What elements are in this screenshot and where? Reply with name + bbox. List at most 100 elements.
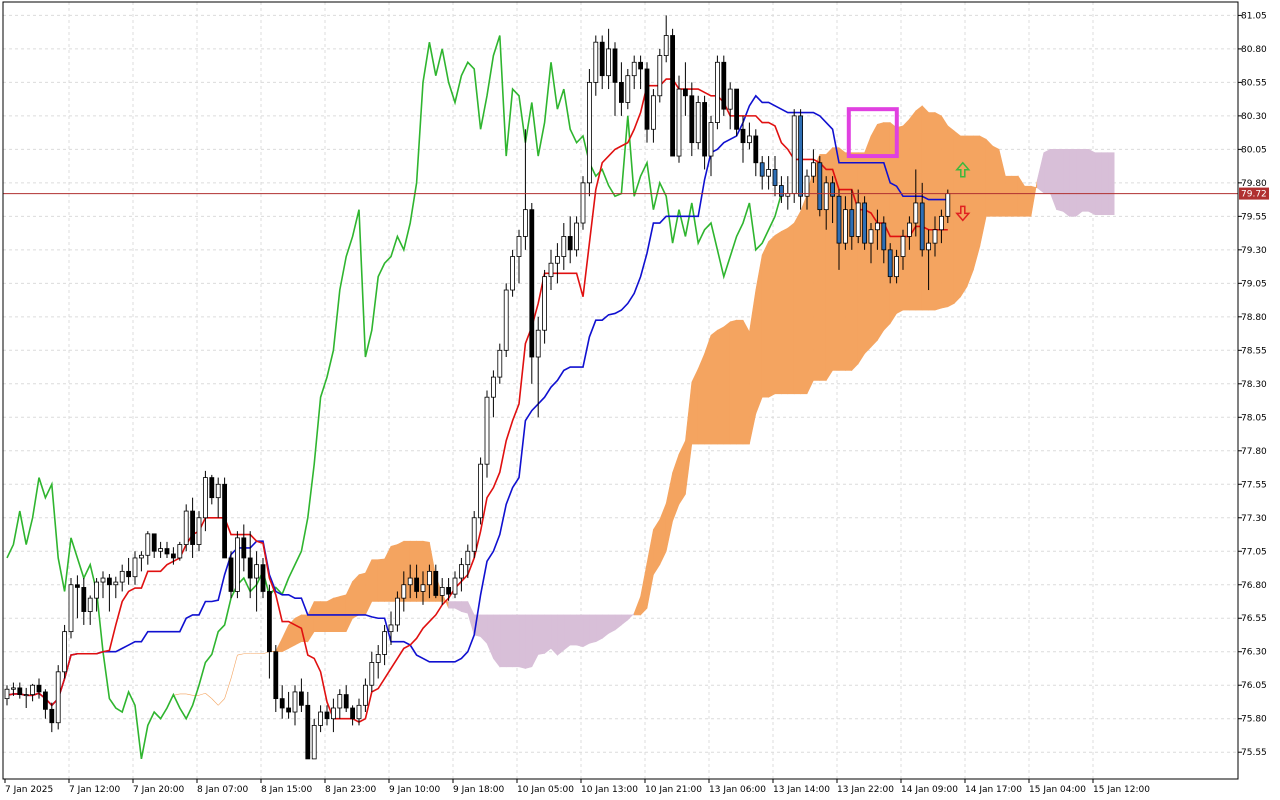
- kumo-segment: [390, 544, 398, 602]
- kumo-segment: [857, 152, 865, 365]
- kumo-segment: [461, 601, 469, 614]
- candle-body: [420, 584, 426, 592]
- y-tick-label: 79.55: [1241, 212, 1267, 222]
- kumo-segment: [640, 562, 648, 616]
- candle-body: [337, 694, 343, 709]
- kumo-segment: [621, 614, 629, 626]
- y-tick-label: 75.80: [1241, 715, 1267, 725]
- kumo-segment: [333, 596, 341, 632]
- candle-body: [394, 597, 400, 626]
- kumo-segment: [608, 614, 616, 634]
- kumo-segment: [307, 601, 315, 643]
- kumo-segment: [480, 614, 488, 645]
- candle-body: [62, 631, 67, 673]
- kumo-segment: [1088, 148, 1096, 216]
- x-tick-label: 15 Jan 04:00: [1029, 785, 1086, 795]
- y-tick-label: 77.80: [1241, 447, 1267, 457]
- candle-body: [375, 654, 381, 663]
- candle-body: [695, 102, 701, 144]
- candle-body: [497, 349, 503, 378]
- candle-body: [631, 61, 637, 77]
- candle-body: [900, 236, 906, 257]
- candle-body: [567, 236, 573, 251]
- candle-body: [913, 202, 919, 224]
- candle-body: [209, 477, 215, 499]
- candle-body: [190, 510, 196, 545]
- candle-body: [721, 61, 727, 110]
- x-tick-label: 8 Jan 23:00: [325, 785, 377, 795]
- candle-body: [36, 684, 42, 693]
- kumo-segment: [966, 135, 974, 287]
- kumo-segment: [973, 135, 981, 271]
- plot-frame: [2, 1, 1239, 780]
- candle-body: [548, 262, 554, 278]
- y-tick-label: 79.80: [1241, 179, 1267, 189]
- indicator-lines: [6, 35, 948, 760]
- candle-body: [446, 587, 452, 595]
- y-tick-label: 80.55: [1241, 78, 1267, 88]
- kumo-segment: [1037, 152, 1045, 194]
- kumo-segment: [320, 601, 328, 632]
- candle-body: [350, 707, 356, 720]
- candle-body: [254, 564, 260, 579]
- y-tick-label: 77.05: [1241, 547, 1267, 557]
- x-tick-label: 15 Jan 12:00: [1093, 785, 1150, 795]
- ichimoku-chart[interactable]: 79.72 81.05 80.80 80.55 80.30 80.05 79.80 79.5…: [0, 0, 1280, 800]
- candle-body: [215, 483, 221, 499]
- kumo-segment: [416, 540, 424, 602]
- kumo-segment: [838, 147, 846, 371]
- x-tick-label: 13 Jan 14:00: [773, 785, 830, 795]
- kumo-segment: [998, 149, 1006, 217]
- kumo-segment: [723, 321, 731, 445]
- candle-body: [330, 707, 336, 720]
- kumo-segment: [294, 614, 302, 646]
- kumo-segment: [301, 614, 309, 642]
- candle-body: [426, 570, 432, 586]
- candle-body: [734, 88, 739, 130]
- candle-body: [510, 256, 516, 291]
- kumo-segment: [633, 596, 641, 616]
- candle-body: [311, 725, 317, 760]
- candle-body: [75, 584, 80, 588]
- kumo-segment: [761, 241, 769, 398]
- y-tick-label: 80.80: [1241, 45, 1267, 55]
- kumo-segment: [697, 353, 705, 445]
- kumo-segment: [678, 440, 686, 506]
- kumo-segment: [384, 546, 392, 602]
- candle-body: [478, 463, 484, 519]
- candle-body: [68, 584, 74, 633]
- candle-body: [222, 483, 228, 559]
- chikou-span-line: [6, 35, 783, 760]
- x-tick-label: 9 Jan 10:00: [389, 785, 441, 795]
- candle-body: [465, 550, 471, 566]
- candle-body: [247, 557, 253, 579]
- kumo-segment: [736, 319, 744, 445]
- candle-body: [23, 694, 29, 697]
- kumo-segment: [365, 559, 373, 616]
- candle-body: [452, 577, 458, 595]
- candle-body: [151, 533, 157, 552]
- candle-body: [619, 81, 624, 103]
- kumo-segment: [768, 234, 776, 398]
- kumo-segment: [1017, 175, 1025, 217]
- candle-body: [894, 256, 899, 278]
- x-tick-label: 8 Jan 07:00: [197, 785, 249, 795]
- candle-body: [945, 193, 951, 217]
- candle-body: [862, 202, 867, 244]
- kumo-segment: [845, 152, 853, 371]
- kumo-segment: [1011, 175, 1019, 217]
- kumo-segment: [352, 573, 360, 619]
- kumo-segment: [230, 655, 238, 679]
- candle-body: [126, 570, 131, 578]
- candle-body: [843, 209, 848, 244]
- kumo-segment: [928, 112, 936, 311]
- x-tick-label: 13 Jan 06:00: [709, 785, 766, 795]
- candle-body: [439, 587, 445, 596]
- x-tick-label: 14 Jan 17:00: [965, 785, 1022, 795]
- candle-body: [10, 687, 16, 690]
- candle-body: [587, 81, 592, 184]
- kumo-segment: [537, 614, 545, 655]
- y-tick-label: 78.30: [1241, 380, 1267, 390]
- kumo-segment: [672, 454, 680, 522]
- candle-body: [362, 684, 368, 706]
